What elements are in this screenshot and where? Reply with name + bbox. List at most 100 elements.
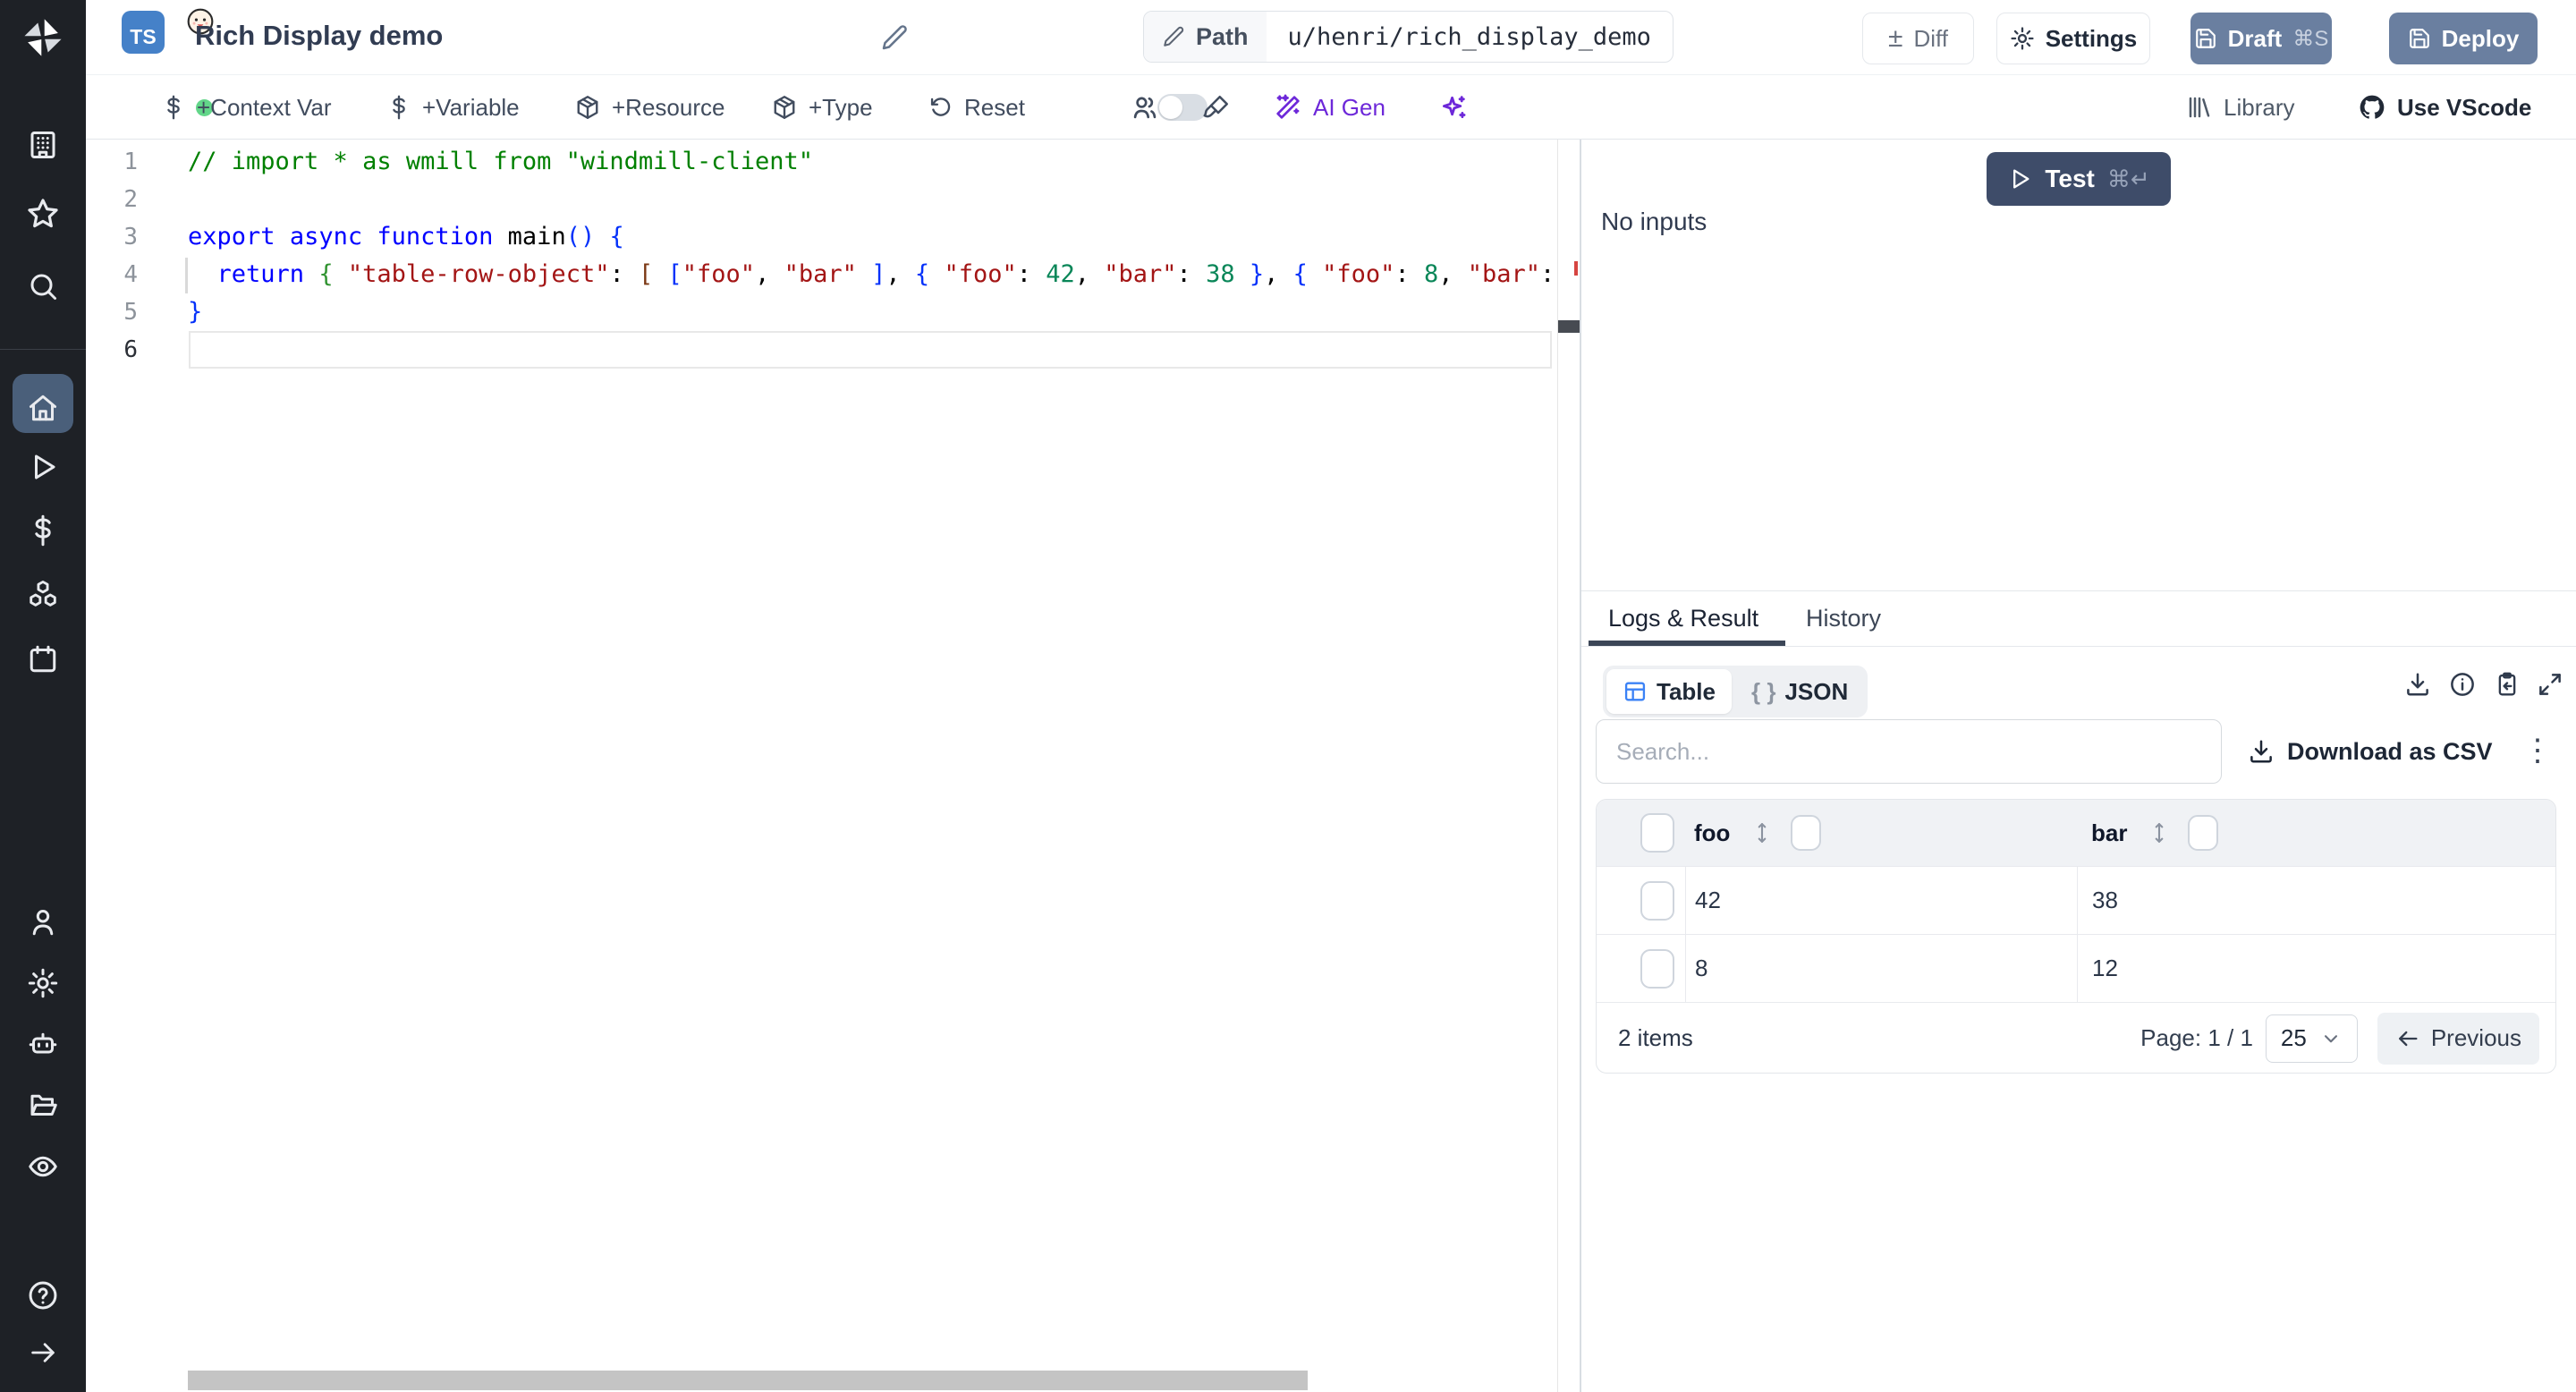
column-bar-checkbox[interactable] — [2188, 815, 2218, 851]
path-field-group[interactable]: Path u/henri/rich_display_demo — [1143, 11, 1674, 63]
user-icon — [27, 906, 59, 938]
code-line[interactable]: return { "table-row-object": [ ["foo", "… — [188, 256, 1557, 293]
previous-page-button[interactable]: Previous — [2377, 1013, 2539, 1065]
code-line[interactable] — [188, 181, 1557, 218]
row-checkbox[interactable] — [1640, 881, 1674, 921]
magic-wand-icon — [1274, 93, 1302, 122]
view-json-button[interactable]: { } JSON — [1735, 669, 1864, 714]
sidebar-divider — [0, 349, 86, 350]
package-icon — [574, 94, 601, 121]
tab-logs-and-result[interactable]: Logs & Result — [1608, 605, 1758, 632]
code-line[interactable] — [188, 331, 1557, 369]
test-button[interactable]: Test ⌘↵ — [1987, 152, 2171, 206]
table-menu-button[interactable]: ⋮ — [2522, 730, 2553, 773]
reset-button[interactable]: Reset — [928, 75, 1025, 140]
use-vscode-label: Use VScode — [2397, 94, 2531, 122]
code-line[interactable]: } — [188, 293, 1557, 331]
line-number: 1 — [86, 143, 188, 181]
sidebar-item-home[interactable] — [0, 379, 86, 437]
sidebar-item-search[interactable] — [0, 258, 86, 315]
sort-foo-button[interactable] — [1750, 820, 1775, 845]
gear-icon — [27, 967, 59, 999]
paintbrush-icon — [1202, 93, 1231, 122]
overview-cursor-marker — [1558, 320, 1580, 333]
sidebar-item-runs[interactable] — [0, 438, 86, 496]
library-label: Library — [2224, 94, 2294, 122]
view-table-button[interactable]: Table — [1606, 669, 1732, 714]
sidebar-item-audit-logs[interactable] — [0, 1138, 86, 1195]
sidebar-item-workers[interactable] — [0, 1015, 86, 1073]
add-resource-label: +Resource — [612, 94, 724, 122]
table-header-row: foo bar — [1597, 800, 2555, 866]
sidebar-item-settings[interactable] — [0, 955, 86, 1012]
draft-shortcut: ⌘S — [2292, 26, 2328, 52]
table-search-input[interactable] — [1596, 719, 2222, 784]
sort-bar-button[interactable] — [2147, 820, 2172, 845]
format-code-button[interactable] — [1202, 75, 1231, 140]
previous-label: Previous — [2431, 1024, 2521, 1052]
save-icon — [2194, 27, 2217, 50]
draft-button[interactable]: Draft ⌘S — [2190, 13, 2332, 64]
draft-button-label: Draft — [2228, 25, 2283, 53]
package-icon — [771, 94, 798, 121]
diff-mode-toggle[interactable] — [1157, 94, 1208, 121]
path-value[interactable]: u/henri/rich_display_demo — [1267, 12, 1673, 62]
column-header-bar[interactable]: bar — [2091, 819, 2127, 847]
sidebar-expand-button[interactable] — [0, 1324, 86, 1381]
add-variable-label: +Variable — [422, 94, 520, 122]
library-button[interactable]: Library — [2186, 75, 2294, 140]
sidebar-item-variables[interactable] — [0, 502, 86, 559]
github-octocat-icon — [2358, 93, 2386, 122]
select-all-checkbox[interactable] — [1640, 813, 1674, 853]
sidebar-item-resources[interactable] — [0, 566, 86, 624]
ai-gen-label: AI Gen — [1313, 94, 1385, 122]
horizontal-scrollbar[interactable] — [188, 1371, 1308, 1390]
add-context-var-label: +Context Var — [197, 94, 332, 122]
download-csv-button[interactable]: Download as CSV — [2248, 719, 2493, 784]
settings-button[interactable]: Settings — [1996, 13, 2150, 64]
copy-result-button[interactable] — [2494, 671, 2521, 698]
ai-gen-button[interactable]: AI Gen — [1274, 75, 1385, 140]
table-body: 4238812 — [1597, 866, 2555, 1002]
sidebar-item-workspace[interactable] — [0, 116, 86, 174]
add-context-var-button[interactable]: +Context Var — [161, 75, 332, 140]
column-header-foo[interactable]: foo — [1694, 819, 1730, 847]
tab-history[interactable]: History — [1806, 605, 1881, 632]
page-size-select[interactable]: 25 — [2266, 1014, 2358, 1063]
overview-warning-marker — [1574, 261, 1578, 276]
add-variable-button[interactable]: +Variable — [386, 75, 520, 140]
ai-sparkles-button[interactable] — [1438, 75, 1469, 140]
row-checkbox[interactable] — [1640, 949, 1674, 989]
sidebar-item-users[interactable] — [0, 894, 86, 951]
table-cell: 42 — [1695, 887, 1721, 914]
line-number-gutter: 123456 — [86, 143, 188, 369]
sidebar-item-schedules[interactable] — [0, 631, 86, 688]
use-vscode-button[interactable]: Use VScode — [2358, 75, 2531, 140]
add-resource-button[interactable]: +Resource — [574, 75, 724, 140]
diff-button[interactable]: ± Diff — [1862, 13, 1974, 64]
sidebar-item-folders[interactable] — [0, 1076, 86, 1133]
deploy-button[interactable]: Deploy — [2389, 13, 2538, 64]
path-label-segment: Path — [1144, 12, 1267, 62]
sidebar-item-help[interactable] — [0, 1267, 86, 1324]
download-result-button[interactable] — [2404, 671, 2431, 698]
code-editor[interactable]: 123456 // import * as wmill from "windmi… — [86, 140, 1580, 1392]
dollar-icon — [161, 95, 186, 120]
windmill-logo[interactable] — [0, 9, 86, 66]
top-header: TS Rich Display demo Path u/henri/rich_d… — [86, 0, 2576, 75]
multiplayer-button[interactable] — [1131, 75, 1159, 140]
code-line[interactable]: // import * as wmill from "windmill-clie… — [188, 143, 1557, 181]
column-foo-checkbox[interactable] — [1791, 815, 1821, 851]
path-label: Path — [1196, 23, 1249, 51]
pencil-icon — [1162, 25, 1185, 48]
expand-result-button[interactable] — [2537, 671, 2563, 698]
code-line[interactable]: export async function main() { — [188, 218, 1557, 256]
search-icon — [27, 270, 59, 302]
sidebar-item-favorites[interactable] — [0, 185, 86, 242]
code-content[interactable]: // import * as wmill from "windmill-clie… — [188, 143, 1557, 369]
boxes-icon — [26, 578, 60, 612]
add-type-button[interactable]: +Type — [771, 75, 873, 140]
result-info-button[interactable] — [2449, 671, 2476, 698]
edit-title-button[interactable] — [880, 23, 909, 52]
dollar-icon — [27, 514, 59, 547]
